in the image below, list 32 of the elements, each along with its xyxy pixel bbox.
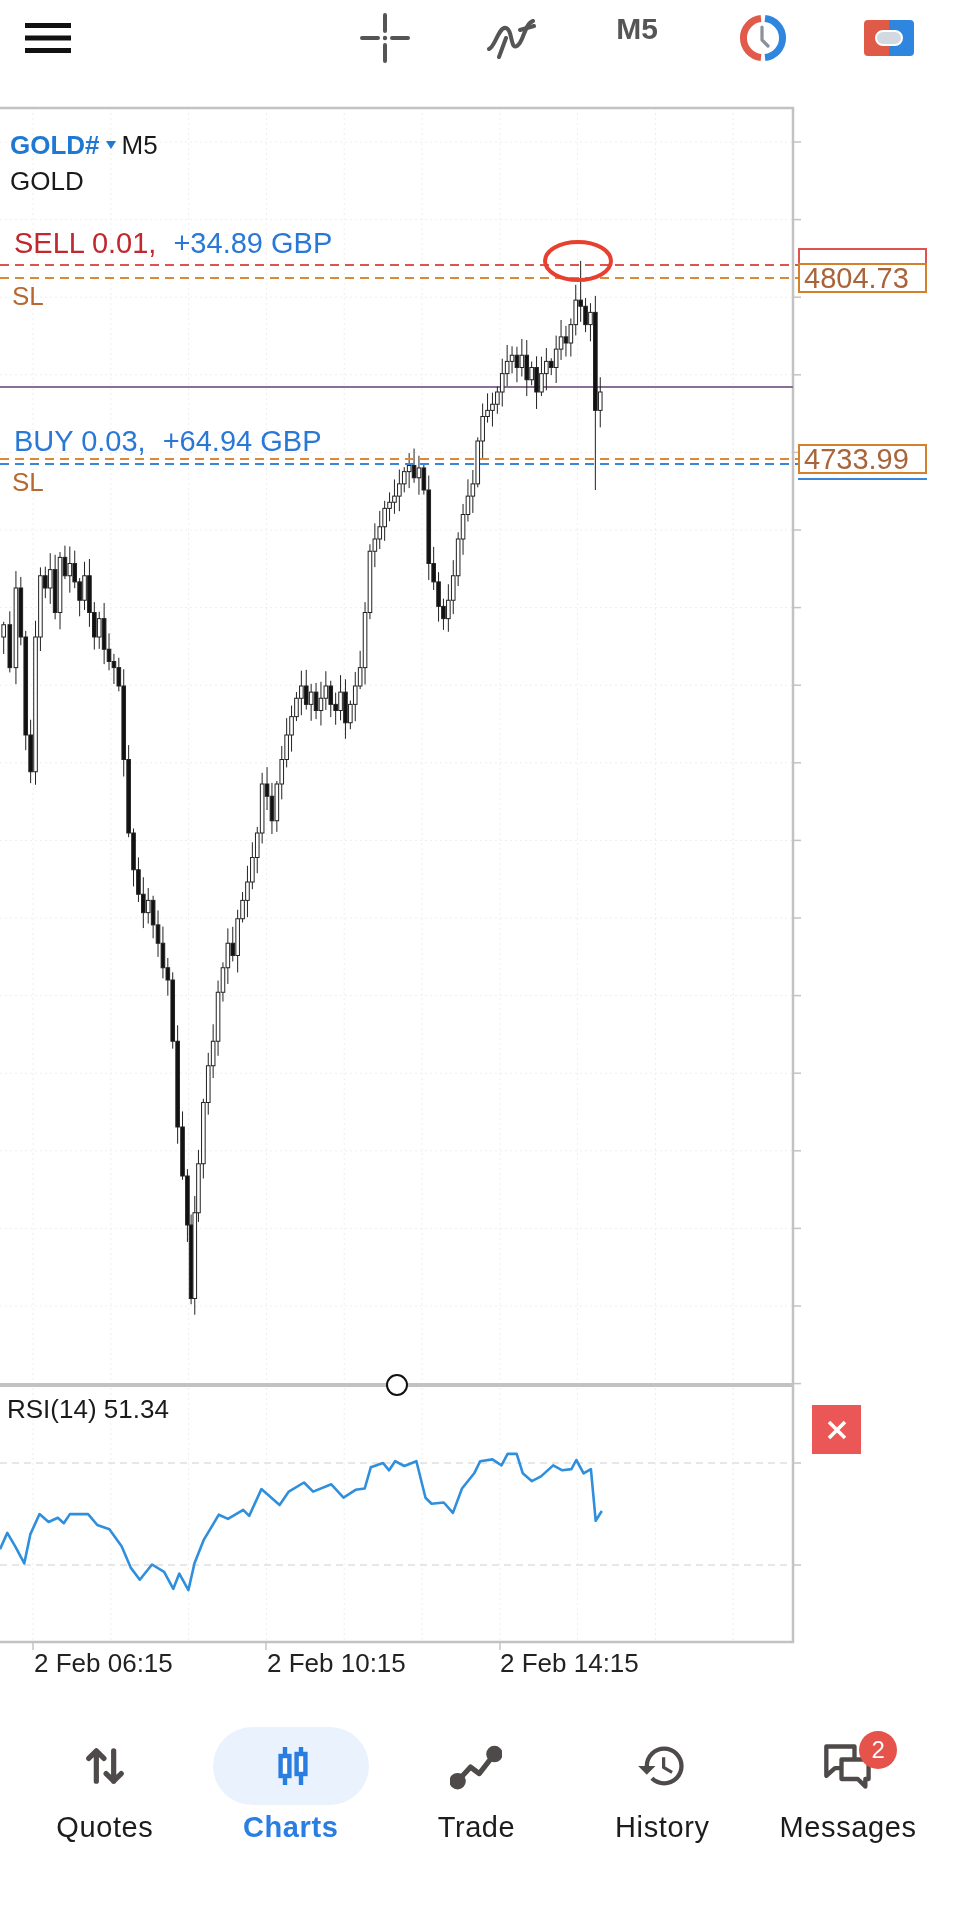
time-axis-label: 2 Feb 06:15 (34, 1648, 173, 1678)
caret-icon (105, 141, 116, 149)
unread-badge: 2 (859, 1731, 898, 1769)
symbol-button[interactable]: GOLD# (10, 130, 100, 160)
order-type-label: BUY 0.03, (14, 424, 146, 458)
timeframe-button[interactable]: M5 (616, 7, 658, 51)
order-profit-label: +64.94 GBP (162, 424, 322, 458)
close-button[interactable] (812, 1405, 861, 1454)
time-axis-label: 2 Feb 10:15 (267, 1648, 406, 1678)
nav-tab[interactable]: Trade (383, 1700, 570, 1920)
clock-icon (739, 14, 787, 62)
stop-loss-label: SL (12, 468, 44, 496)
close-icon (826, 1419, 847, 1440)
indicator-label: RSI(14) 51.34 (7, 1394, 169, 1424)
menu-icon (25, 23, 71, 53)
nav-tab[interactable]: Quotes (12, 1700, 198, 1920)
order-profit-label: +34.89 GBP (173, 226, 333, 260)
wave-icon (486, 16, 537, 60)
stop-loss-price-tag: 4733.99 (798, 444, 927, 474)
timeframe-label: M5 (121, 130, 158, 160)
stop-loss-price-tag: 4804.73 (798, 263, 927, 293)
resize-handle[interactable] (386, 1374, 408, 1396)
crosshair-icon (360, 13, 411, 63)
nav-tab[interactable]: 2 Messages (755, 1700, 941, 1920)
nav-tab[interactable]: Charts (197, 1700, 384, 1920)
stop-loss-label: SL (12, 282, 44, 310)
toggle-icon (864, 20, 914, 56)
nav-tab[interactable]: History (569, 1700, 756, 1920)
time-axis-label: 2 Feb 14:15 (500, 1648, 639, 1678)
order-type-label: SELL 0.01, (14, 226, 157, 260)
symbol-description: GOLD (10, 166, 84, 196)
highlight-ellipse (543, 240, 613, 282)
